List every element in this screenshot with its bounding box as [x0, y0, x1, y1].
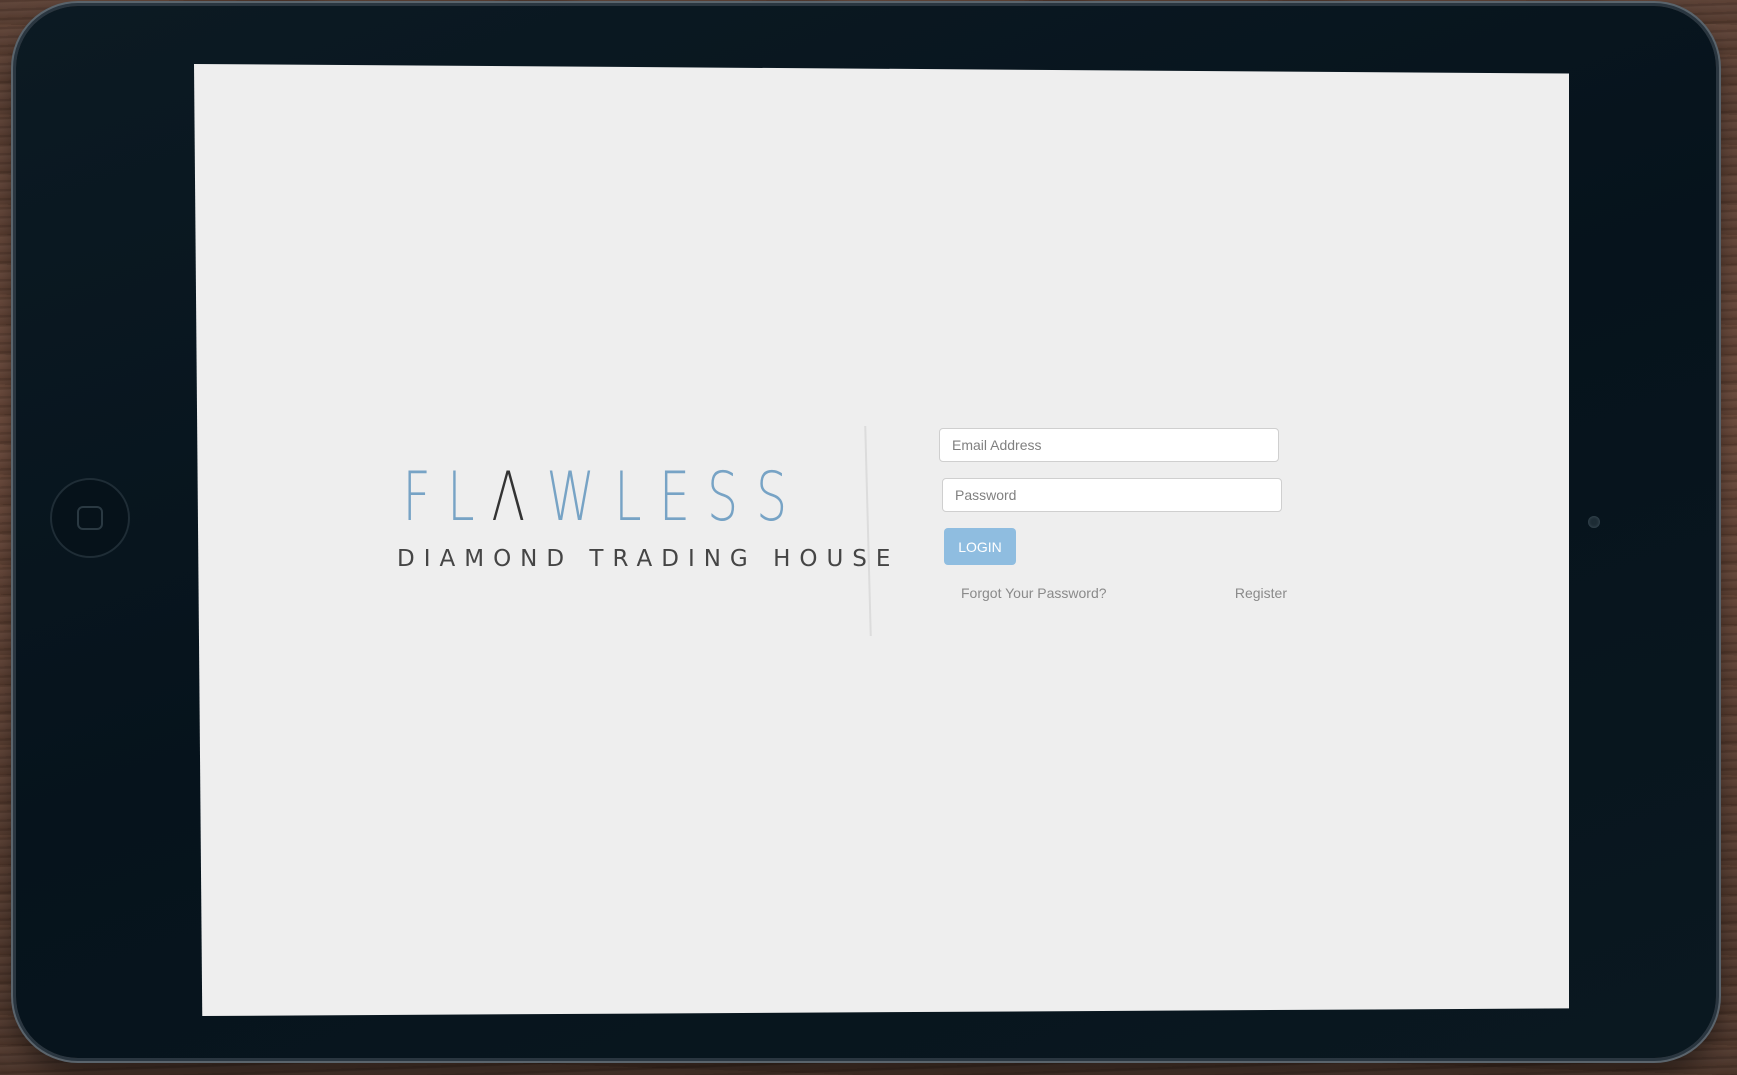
- camera-icon: [1588, 516, 1600, 528]
- forgot-password-link[interactable]: Forgot Your Password?: [961, 585, 1107, 601]
- login-screen: F L Λ W L E S S DIAMOND TRADING HOUSE LO…: [194, 64, 1569, 1016]
- login-button[interactable]: LOGIN: [944, 528, 1016, 565]
- register-link[interactable]: Register: [1235, 585, 1287, 601]
- logo-letter: W: [546, 458, 595, 537]
- logo-letter: L: [614, 458, 643, 537]
- logo-letter: S: [755, 458, 787, 537]
- tablet-device: F L Λ W L E S S DIAMOND TRADING HOUSE LO…: [16, 6, 1716, 1058]
- logo-letter-accent: Λ: [491, 458, 525, 537]
- logo-letter: L: [446, 458, 475, 537]
- brand-logo: F L Λ W L E S S DIAMOND TRADING HOUSE: [397, 464, 900, 573]
- login-form: LOGIN Forgot Your Password? Register: [939, 428, 1287, 607]
- password-field[interactable]: [942, 478, 1282, 512]
- logo-letter: E: [658, 458, 690, 537]
- vertical-divider: [864, 426, 872, 636]
- logo-tagline: DIAMOND TRADING HOUSE: [397, 546, 900, 572]
- logo-wordmark: F L Λ W L E S S: [397, 464, 793, 540]
- login-links: Forgot Your Password? Register: [939, 585, 1287, 607]
- logo-letter: S: [707, 458, 739, 537]
- logo-letter: F: [402, 458, 431, 537]
- home-square-icon: [77, 506, 103, 530]
- home-button[interactable]: [50, 478, 130, 558]
- email-field[interactable]: [939, 428, 1279, 462]
